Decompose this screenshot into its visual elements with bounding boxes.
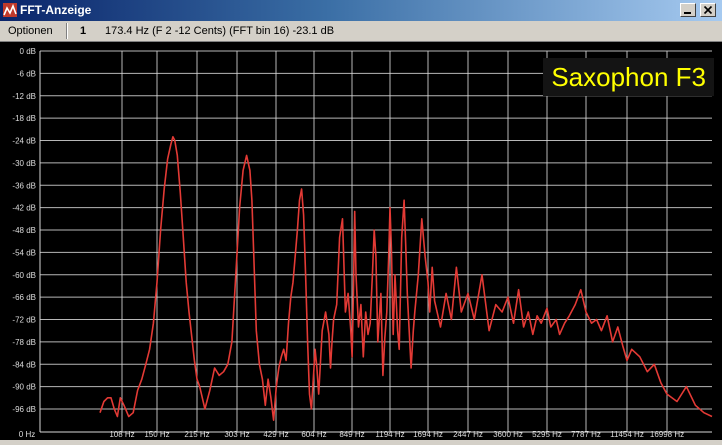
menu-bar: Optionen 1 173.4 Hz (F 2 -12 Cents) (FFT… xyxy=(0,21,722,42)
y-tick-label: -60 dB xyxy=(12,271,36,280)
spectrum-trace xyxy=(99,136,713,422)
fft-app-icon xyxy=(3,3,17,17)
y-tick-label: -18 dB xyxy=(12,114,36,123)
y-tick-label: -6 dB xyxy=(17,69,36,78)
x-tick-label: 215 Hz xyxy=(184,430,209,439)
close-icon xyxy=(703,5,713,15)
y-tick-label: -96 dB xyxy=(12,405,36,414)
x-tick-label: 11454 Hz xyxy=(610,430,644,439)
x-tick-label: 0 Hz xyxy=(19,430,35,439)
y-tick-label: -78 dB xyxy=(12,338,36,347)
y-tick-label: -66 dB xyxy=(12,293,36,302)
y-tick-label: 0 dB xyxy=(20,47,36,56)
x-tick-label: 108 Hz xyxy=(109,430,134,439)
x-tick-label: 150 Hz xyxy=(144,430,169,439)
x-tick-label: 303 Hz xyxy=(224,430,249,439)
y-tick-label: -48 dB xyxy=(12,226,36,235)
y-tick-label: -30 dB xyxy=(12,159,36,168)
close-button[interactable] xyxy=(700,3,716,17)
x-tick-label: 1694 Hz xyxy=(413,430,443,439)
x-tick-label: 429 Hz xyxy=(263,430,288,439)
y-tick-label: -84 dB xyxy=(12,360,36,369)
x-tick-label: 1194 Hz xyxy=(375,430,404,439)
cursor-readout: 173.4 Hz (F 2 -12 Cents) (FFT bin 16) -2… xyxy=(105,25,335,37)
y-tick-label: -90 dB xyxy=(12,383,36,392)
fft-plot-area[interactable]: 0 dB -6 dB -12 dB -18 dB -24 dB -30 dB -36 dB -… xyxy=(0,42,722,440)
minimize-button[interactable] xyxy=(680,3,696,17)
menu-separator xyxy=(66,23,68,39)
x-tick-label: 849 Hz xyxy=(339,430,364,439)
x-tick-label: 2447 Hz xyxy=(453,430,483,439)
x-tick-label: 16998 Hz xyxy=(650,430,684,439)
window-title: FFT-Anzeige xyxy=(20,3,92,17)
channel-indicator[interactable]: 1 xyxy=(80,25,86,37)
instrument-label: Saxophon F3 xyxy=(543,58,714,96)
y-tick-label: -42 dB xyxy=(12,204,36,213)
minimize-icon xyxy=(684,12,691,14)
menu-options[interactable]: Optionen xyxy=(8,25,53,37)
y-tick-label: -54 dB xyxy=(12,248,36,257)
y-tick-label: -36 dB xyxy=(12,181,36,190)
y-tick-label: -24 dB xyxy=(12,137,36,146)
x-tick-label: 3600 Hz xyxy=(493,430,523,439)
title-bar[interactable]: FFT-Anzeige xyxy=(0,0,722,21)
y-tick-label: -12 dB xyxy=(12,92,36,101)
y-tick-label: -72 dB xyxy=(12,316,36,325)
fft-spectrum-chart[interactable]: 0 dB -6 dB -12 dB -18 dB -24 dB -30 dB -36 dB -… xyxy=(0,42,722,440)
x-tick-label: 5295 Hz xyxy=(532,430,562,439)
x-tick-label: 604 Hz xyxy=(301,430,326,439)
x-tick-label: 7787 Hz xyxy=(571,430,601,439)
